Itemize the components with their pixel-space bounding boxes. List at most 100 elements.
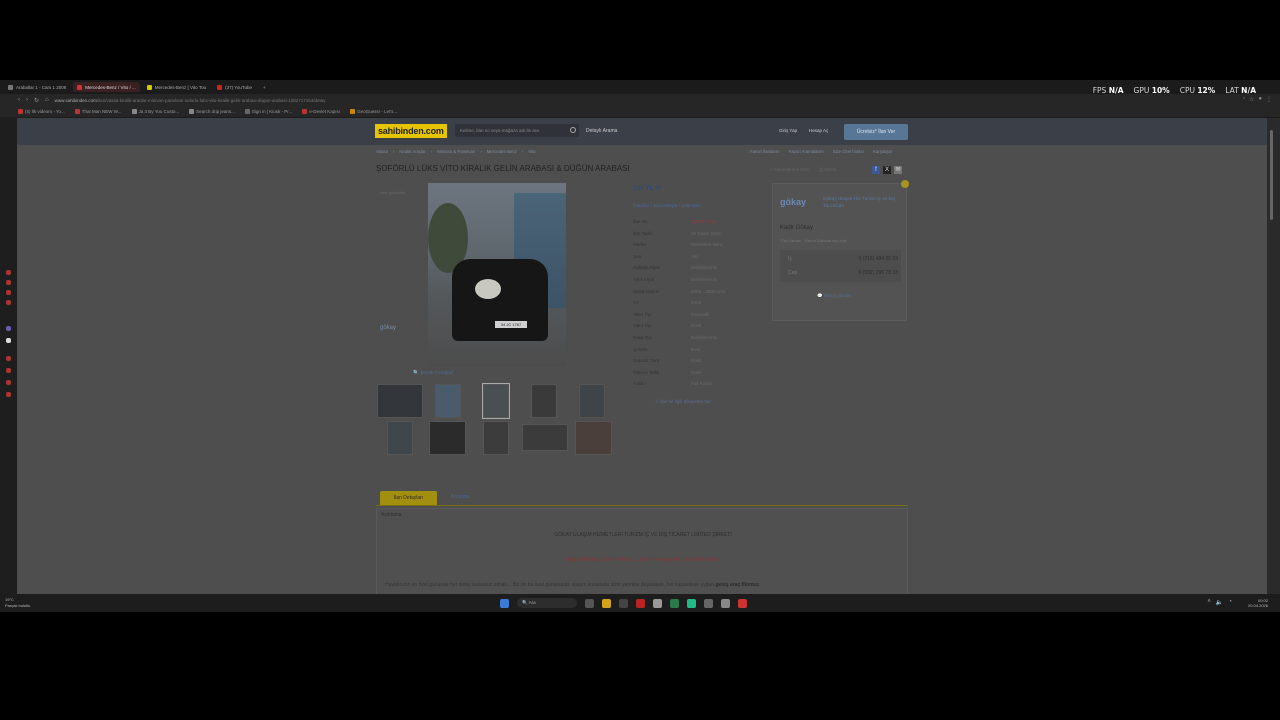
advanced-search-link[interactable]: Detaylı Arama xyxy=(586,128,617,134)
x-share-icon[interactable]: X xyxy=(883,166,891,174)
clock[interactable]: 00:02 20.04.2026 xyxy=(1248,598,1268,608)
location-city[interactable]: İstanbul xyxy=(633,203,649,208)
task-view-icon[interactable] xyxy=(585,598,594,608)
url-field[interactable]: www.sahibinden.com/ilan/vasita-kiralik-a… xyxy=(55,98,1280,103)
settings-icon[interactable] xyxy=(704,598,713,608)
menu-icon[interactable]: ⋮ xyxy=(1266,96,1272,103)
new-tab-button[interactable]: + xyxy=(259,82,270,92)
tab-details[interactable]: İlan Detayları xyxy=(380,491,437,505)
search-icon[interactable] xyxy=(570,127,576,133)
file-explorer-icon[interactable] xyxy=(602,598,611,608)
help-icon[interactable] xyxy=(901,180,909,188)
opera-icon[interactable] xyxy=(636,598,645,608)
sidebar-app-icon[interactable] xyxy=(6,300,11,305)
seller-links[interactable]: Tüm İlanları · Favori Satıcılarıma ekle xyxy=(780,238,847,243)
thumbnail[interactable] xyxy=(387,421,413,455)
listing-price: 100 TL ⟲ xyxy=(633,185,661,192)
thumbnail[interactable] xyxy=(579,384,605,418)
page-scrollbar[interactable] xyxy=(1267,118,1280,594)
sidebar-app-icon[interactable] xyxy=(6,368,11,373)
nav-buttons: ‹ › ↻ ⌂ xyxy=(18,97,49,104)
site-logo[interactable]: sahibinden.com xyxy=(375,124,447,138)
breadcrumb-item[interactable]: Kiralık Araçlar xyxy=(399,149,426,154)
breadcrumb-item[interactable]: Minivan & Panelvan xyxy=(437,149,475,154)
signup-link[interactable]: Hesap Aç xyxy=(809,128,828,133)
app-icon[interactable] xyxy=(653,598,662,608)
sidebar-app-icon[interactable] xyxy=(6,356,11,361)
sidebar-app-icon[interactable] xyxy=(6,280,11,285)
browser-tab[interactable]: (37) YouTube xyxy=(213,82,256,92)
bookmark-item[interactable]: Sign in | Kiosk - Pr... xyxy=(244,109,292,114)
big-photo-link[interactable]: 🔍 Büyük Fotoğraf xyxy=(413,371,453,376)
sidebar-app-icon[interactable] xyxy=(6,290,11,295)
weather-widget[interactable]: 19°C Parçalı bulutlu xyxy=(5,597,30,608)
sidebar-app-icon[interactable] xyxy=(6,270,11,275)
app-icon[interactable] xyxy=(670,598,679,608)
tab-location[interactable]: Konumu xyxy=(451,494,470,500)
thumbnail[interactable] xyxy=(483,421,509,455)
bookmark-star-icon[interactable]: ☆ xyxy=(1249,96,1254,103)
spotify-icon[interactable] xyxy=(687,598,696,608)
sidebar-app-icon[interactable] xyxy=(6,392,11,397)
location-neighborhood[interactable]: Sefa Mah. xyxy=(681,203,702,208)
breadcrumb-item[interactable]: Vito xyxy=(528,149,535,154)
favorite-listings-link[interactable]: Favori İlanlarım xyxy=(750,149,780,154)
sidebar-app-icon[interactable] xyxy=(6,380,11,385)
thumbnail[interactable] xyxy=(429,421,466,455)
bookmark-item[interactable]: Search drip jeans... xyxy=(189,109,235,114)
profile-icon[interactable]: ● xyxy=(1258,96,1262,103)
bookmark-item[interactable]: e-Devlet Kapısı xyxy=(302,109,340,114)
add-favorite-button[interactable]: ☆ Favorilerime Ekle xyxy=(769,167,809,173)
seller-logo[interactable]: gökay xyxy=(780,197,806,207)
network-icon[interactable]: ◔ xyxy=(1228,599,1232,606)
main-photo[interactable]: 34 JC 1767 xyxy=(428,183,566,367)
thumbnail[interactable] xyxy=(575,421,612,455)
app-icon[interactable] xyxy=(738,598,747,608)
breadcrumb-item[interactable]: Mercedes-Benz xyxy=(487,149,517,154)
fps-readout: FPS N/A xyxy=(1092,86,1124,95)
location-district[interactable]: Sancaktepe xyxy=(653,203,677,208)
site-search-input[interactable]: Kelime, İlan no veya mağaza adı ile ara xyxy=(455,124,579,137)
reload-icon[interactable]: ↻ xyxy=(34,97,39,104)
compare-link[interactable]: Karşılaştır xyxy=(873,149,892,154)
back-icon[interactable]: ‹ xyxy=(18,97,20,104)
thumbnail[interactable] xyxy=(377,384,423,418)
browser-tab[interactable]: Araballar 1 - Cars 1 2006 xyxy=(4,82,70,92)
seller-company[interactable]: Gökay Ulaşım Hiz.Turizm İç ve Dış Tic.Lt… xyxy=(823,196,903,209)
chevron-up-icon[interactable]: ˄ xyxy=(1207,599,1211,606)
browser-tab[interactable]: Mercedes-Benz [ Vito Tou xyxy=(143,82,210,92)
thumbnail[interactable] xyxy=(482,383,510,419)
breadcrumb: Vasıta › Kiralık Araçlar › Minivan & Panel… xyxy=(376,149,536,154)
x-icon[interactable] xyxy=(6,338,11,343)
email-share-icon[interactable]: ✉ xyxy=(894,166,902,174)
bookmark-item[interactable]: GeoGuessr - Let's... xyxy=(350,109,397,114)
login-link[interactable]: Giriş Yap xyxy=(779,128,797,133)
sidebar-app-icon[interactable] xyxy=(6,326,11,331)
thumbnail[interactable] xyxy=(531,384,557,418)
print-button[interactable]: ⎙ Yazdır xyxy=(819,167,836,173)
spec-key: Aylık Fiyat xyxy=(633,277,655,282)
facebook-icon[interactable]: f xyxy=(872,166,880,174)
post-ad-button[interactable]: Ücretsiz* İlan Ver xyxy=(844,124,908,140)
home-icon[interactable]: ⌂ xyxy=(45,97,49,104)
forward-icon[interactable]: › xyxy=(26,97,28,104)
bookmark-item[interactable]: That Man NEW W... xyxy=(74,109,122,114)
bookmark-item[interactable]: (5) İlk videom - Yo... xyxy=(18,109,65,114)
send-message-button[interactable]: 💬 Mesaj gönder xyxy=(817,293,851,299)
taskbar-search[interactable]: 🔍 Ara xyxy=(517,598,577,608)
breadcrumb-item[interactable]: Vasıta xyxy=(376,149,388,154)
special-listings-link[interactable]: Size Özel İlanlar xyxy=(833,149,864,154)
start-icon[interactable] xyxy=(500,598,509,608)
thumbnail[interactable] xyxy=(435,384,461,418)
app-icon[interactable] xyxy=(721,598,730,608)
bookmark-item[interactable]: Ja 3 By You Custo... xyxy=(131,109,179,114)
scroll-thumb[interactable] xyxy=(1270,130,1273,220)
speaker-icon[interactable]: 🔈 xyxy=(1216,599,1223,606)
thumbnail[interactable] xyxy=(522,424,568,451)
price-history-icon[interactable]: ⟲ xyxy=(655,185,660,192)
extension-icon[interactable]: ▫ xyxy=(1243,96,1245,103)
store-icon[interactable] xyxy=(619,598,628,608)
complaint-link[interactable]: ⚠ İlan ile İlgili Şikayetim Var xyxy=(655,399,711,405)
browser-tab-active[interactable]: Mercedes-Benz / Vito / ... xyxy=(73,82,140,92)
favorite-searches-link[interactable]: Favori Aramalarım xyxy=(789,149,824,154)
